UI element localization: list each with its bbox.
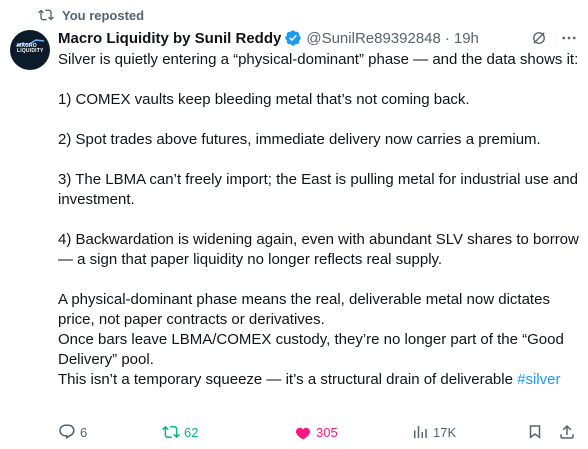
- retweet-icon: [162, 425, 180, 439]
- avatar-logo-text: MACRO LIQUIDITY: [17, 43, 44, 54]
- views-bar-chart-icon: [414, 426, 427, 438]
- separator-dot: ·: [444, 29, 450, 47]
- avatar[interactable]: MACRO LIQUIDITY: [10, 30, 50, 70]
- repost-count: 62: [184, 424, 199, 440]
- tweet-timestamp[interactable]: 19h: [454, 30, 479, 47]
- hashtag-link[interactable]: #silver: [517, 371, 560, 388]
- like-count: 305: [316, 424, 338, 440]
- bookmark-icon: [529, 425, 541, 439]
- repost-indicator: You reposted: [38, 5, 144, 25]
- views-button[interactable]: 17K: [411, 421, 456, 443]
- tweet-text: Silver is quietly entering a “physical-d…: [58, 50, 583, 390]
- heart-icon: [295, 427, 311, 440]
- share-icon: [560, 424, 574, 439]
- like-button[interactable]: 305: [294, 421, 338, 443]
- repost-button[interactable]: 62: [162, 421, 198, 443]
- view-count: 17K: [433, 424, 457, 440]
- grok-icon[interactable]: [530, 29, 548, 47]
- share-button[interactable]: [558, 421, 576, 443]
- tweet-header: Macro Liquidity by Sunil Reddy @SunilRe8…: [58, 27, 578, 49]
- reply-button[interactable]: 6: [58, 421, 87, 443]
- author-name[interactable]: Macro Liquidity by Sunil Reddy: [58, 30, 281, 47]
- verified-badge-icon: [284, 29, 302, 47]
- bookmark-button[interactable]: [526, 421, 544, 443]
- repost-label: You reposted: [62, 7, 145, 23]
- reply-count: 6: [80, 424, 88, 440]
- more-options-icon[interactable]: [560, 29, 578, 47]
- reply-icon: [59, 424, 75, 439]
- tweet-body: Silver is quietly entering a “physical-d…: [58, 51, 579, 388]
- repost-icon: [38, 9, 54, 21]
- action-bar: 6 62 305 17K: [58, 421, 578, 443]
- author-handle[interactable]: @SunilRe89392848: [306, 30, 441, 47]
